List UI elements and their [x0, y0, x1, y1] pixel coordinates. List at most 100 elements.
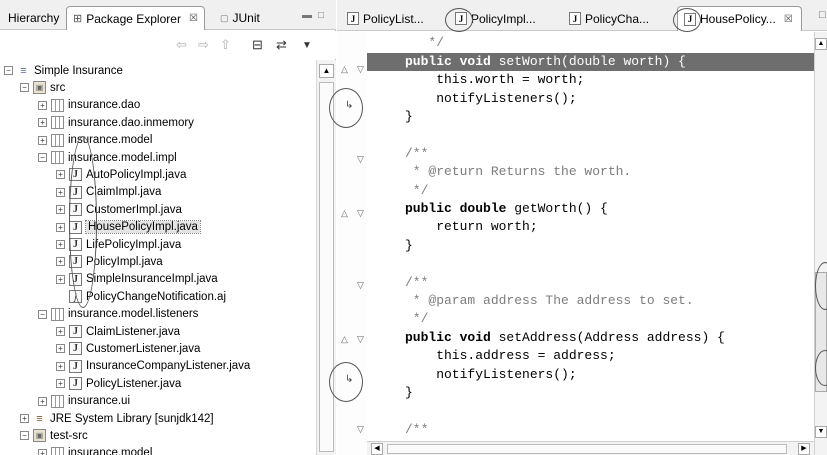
code-line[interactable]: } [367, 237, 814, 255]
collapse-icon[interactable]: − [20, 83, 29, 93]
expand-icon[interactable]: + [56, 187, 65, 197]
fold-collapse-icon[interactable]: ▽ [357, 280, 364, 291]
expand-icon[interactable]: + [56, 361, 65, 371]
code-line[interactable]: this.worth = worth; [367, 71, 814, 89]
scroll-thumb[interactable] [387, 444, 787, 454]
tree-item[interactable]: + ≡ JRE System Library [sunjdk142] [20, 410, 214, 427]
code-line[interactable]: public void setWorth(double worth) { [367, 52, 814, 71]
code-line[interactable]: return worth; [367, 218, 814, 236]
expand-icon[interactable]: + [56, 170, 65, 180]
code-line[interactable]: } [367, 108, 814, 126]
editor-tab-policylistener[interactable]: J PolicyList... [341, 6, 432, 31]
code-line[interactable]: notifyListeners(); [367, 90, 814, 108]
tree-item[interactable]: + insurance.ui [38, 393, 130, 410]
fold-collapse-icon[interactable]: ▽ [357, 154, 364, 165]
collapse-icon[interactable]: − [4, 66, 13, 75]
expand-icon[interactable]: + [20, 414, 29, 423]
editor-vertical-scrollbar[interactable]: ▲ ▼ [814, 32, 827, 455]
package-icon [51, 446, 64, 455]
expand-icon[interactable]: + [38, 100, 47, 110]
code-line[interactable]: */ [367, 34, 814, 52]
code-line[interactable]: /** [367, 145, 814, 163]
scroll-up-icon[interactable]: ▲ [319, 64, 334, 78]
expand-icon[interactable]: + [56, 222, 65, 232]
fold-collapse-icon[interactable]: ▽ [357, 208, 364, 219]
tree-item-label: ClaimListener.java [86, 325, 180, 338]
tree-item[interactable]: − insurance.model.impl [38, 149, 177, 166]
maximize-icon[interactable]: □ [318, 10, 324, 21]
back-arrow-icon[interactable]: ⇦ [176, 37, 187, 53]
tree-item[interactable]: + J ClaimListener.java [56, 323, 180, 340]
tab-package-explorer[interactable]: ⊞ Package Explorer ☒ [66, 6, 205, 30]
code-line[interactable]: notifyListeners(); [367, 366, 814, 384]
tab-label: Hierarchy [8, 11, 60, 25]
code-line[interactable] [367, 126, 814, 144]
collapse-all-icon[interactable]: ⊟ [252, 37, 263, 53]
scroll-thumb[interactable] [319, 82, 334, 452]
tree-item[interactable]: − ▣ src [20, 79, 65, 96]
up-folder-icon[interactable]: ⇧ [220, 37, 231, 53]
view-menu-icon[interactable]: ▼ [302, 40, 312, 51]
tree-item[interactable]: + J CustomerListener.java [56, 340, 200, 357]
fold-collapse-icon[interactable]: ▽ [357, 424, 364, 435]
expand-icon[interactable]: + [38, 135, 47, 145]
package-explorer-view: Hierarchy ⊞ Package Explorer ☒ ▢ JUnit ▬… [0, 0, 336, 455]
scroll-left-icon[interactable]: ◀ [371, 443, 383, 455]
tree-item[interactable]: + insurance.model [38, 445, 152, 455]
collapse-icon[interactable]: − [38, 153, 47, 162]
maximize-icon[interactable]: □ [819, 9, 826, 21]
expand-icon[interactable]: + [56, 274, 65, 284]
tree-item[interactable]: + J InsuranceCompanyListener.java [56, 358, 250, 375]
scroll-right-icon[interactable]: ▶ [798, 443, 810, 455]
java-file-icon: J [69, 359, 82, 373]
code-line[interactable] [367, 402, 814, 420]
code-line[interactable]: */ [367, 310, 814, 328]
code-line[interactable]: this.address = address; [367, 347, 814, 365]
fold-expanded-icon[interactable]: △ [341, 64, 348, 75]
collapse-icon[interactable]: − [20, 431, 29, 441]
close-icon[interactable]: ☒ [784, 14, 793, 25]
expand-icon[interactable]: + [38, 118, 47, 128]
code-line[interactable]: /** [367, 421, 814, 439]
code-line[interactable] [367, 255, 814, 273]
collapse-icon[interactable]: − [38, 309, 47, 319]
fold-collapse-icon[interactable]: ▽ [357, 64, 364, 75]
forward-arrow-icon[interactable]: ⇨ [198, 37, 209, 53]
code-line[interactable]: * @param address The address to set. [367, 292, 814, 310]
tab-junit[interactable]: ▢ JUnit [214, 6, 266, 30]
tree-item[interactable]: − ≡ Simple Insurance [4, 62, 123, 79]
expand-icon[interactable]: + [56, 240, 65, 249]
code-line[interactable]: public double getWorth() { [367, 200, 814, 218]
expand-icon[interactable]: + [38, 448, 47, 455]
expand-icon[interactable]: + [56, 327, 65, 336]
code-area[interactable]: * @param worth the worth to set. */publi… [367, 32, 814, 441]
minimize-icon[interactable]: ▬ [302, 10, 312, 21]
fold-expanded-icon[interactable]: △ [341, 208, 348, 219]
tree-item[interactable]: + insurance.dao.inmemory [38, 114, 194, 131]
tree-item[interactable]: − ▣ test-src [20, 427, 88, 444]
code-line[interactable]: /** [367, 274, 814, 292]
scroll-down-icon[interactable]: ▼ [815, 426, 827, 438]
code-line[interactable]: } [367, 384, 814, 402]
editor-horizontal-scrollbar[interactable]: ◀ ▶ [367, 441, 814, 455]
tab-hierarchy[interactable]: Hierarchy [2, 6, 65, 30]
editor-tab-policychangenotification[interactable]: J PolicyCha... [563, 6, 657, 31]
code-line[interactable]: public void setAddress(Address address) … [367, 329, 814, 347]
close-icon[interactable]: ☒ [189, 13, 198, 24]
tree-item-label: CustomerImpl.java [86, 203, 182, 216]
fold-expanded-icon[interactable]: △ [341, 334, 348, 345]
tree-item[interactable]: + J PolicyListener.java [56, 375, 181, 392]
fold-collapse-icon[interactable]: ▽ [357, 334, 364, 345]
expand-icon[interactable]: + [56, 379, 65, 389]
scroll-up-icon[interactable]: ▲ [815, 38, 827, 50]
code-line[interactable]: */ [367, 182, 814, 200]
expand-icon[interactable]: + [38, 396, 47, 406]
tree-item[interactable]: − insurance.model.listeners [38, 306, 198, 323]
expand-icon[interactable]: + [56, 257, 65, 267]
link-with-editor-icon[interactable]: ⇄ [276, 37, 287, 53]
expand-icon[interactable]: + [56, 205, 65, 215]
expand-icon[interactable]: + [56, 344, 65, 354]
code-line[interactable]: * @return Returns the worth. [367, 163, 814, 181]
tree-item[interactable]: + insurance.model [38, 132, 152, 149]
tree-item[interactable]: + insurance.dao [38, 97, 140, 114]
